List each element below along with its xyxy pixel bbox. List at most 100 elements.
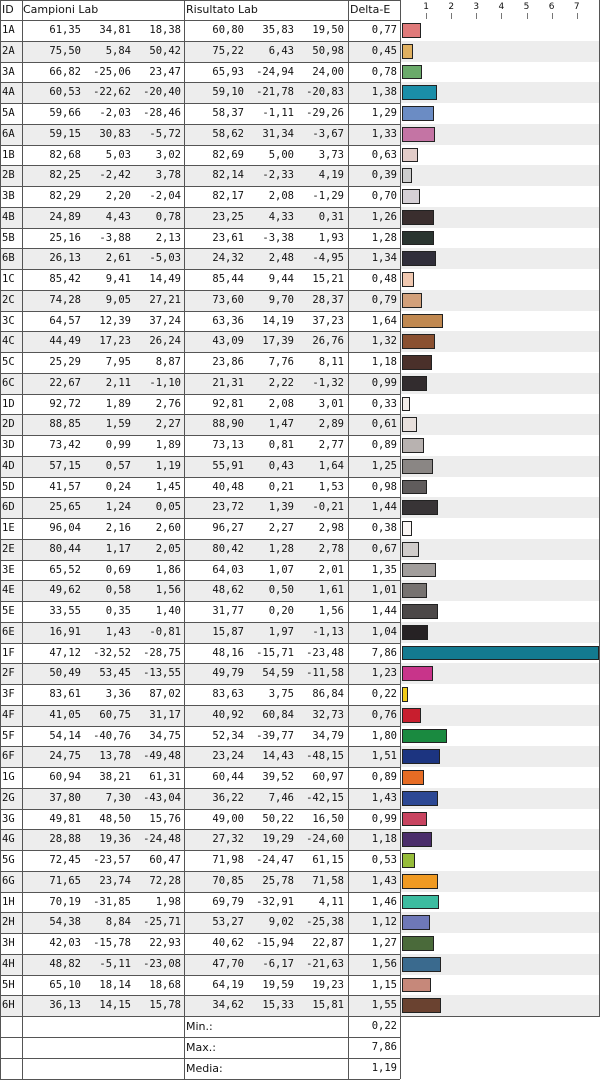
- result-l: 40,48: [212, 480, 244, 493]
- row-id: 3C: [2, 314, 15, 327]
- result-b: 1,61: [318, 584, 344, 597]
- delta-e-value: 0,67: [371, 542, 397, 555]
- row-id: 5B: [2, 231, 15, 244]
- row-id: 3G: [2, 812, 15, 825]
- delta-e-value: 1,18: [371, 356, 397, 368]
- delta-e-bar: [402, 230, 435, 246]
- result-a: -15,71: [256, 646, 294, 659]
- delta-e-value: 1,12: [371, 916, 397, 929]
- delta-e-bar: [402, 272, 415, 287]
- sample-a: 30,83: [99, 127, 131, 140]
- result-a: -6,17: [262, 957, 294, 970]
- sample-a: 8,84: [105, 916, 131, 929]
- sample-b: 2,60: [155, 522, 181, 534]
- row-id: 3A: [2, 65, 15, 78]
- sample-a: 34,81: [99, 24, 131, 36]
- result-a: 2,08: [268, 397, 294, 410]
- result-a: -24,47: [256, 854, 294, 866]
- delta-e-bar: [402, 645, 600, 661]
- grid-line: [0, 809, 400, 810]
- sample-b: 23,47: [149, 65, 181, 78]
- scale-tick-label: 3: [473, 2, 480, 12]
- delta-e-value: 0,22: [371, 688, 397, 700]
- result-a: 14,19: [262, 314, 294, 327]
- sample-a: 7,95: [105, 356, 131, 368]
- result-l: 80,42: [212, 542, 244, 555]
- sample-b: -49,48: [143, 750, 181, 763]
- result-a: 54,59: [262, 667, 294, 680]
- sample-l: 25,29: [49, 356, 81, 368]
- sample-l: 41,05: [49, 708, 81, 721]
- grid-line: [0, 435, 400, 436]
- sample-l: 16,91: [49, 625, 81, 638]
- row-id: 2B: [2, 169, 15, 182]
- grid-line: [0, 394, 400, 395]
- sample-l: 47,12: [49, 646, 81, 659]
- scale-tick-label: 6: [548, 2, 555, 12]
- sample-a: 9,41: [105, 273, 131, 285]
- result-a: 19,59: [262, 978, 294, 991]
- delta-e-bar: [402, 292, 422, 308]
- delta-e-bar: [402, 355, 432, 370]
- scale-tick: [576, 13, 578, 19]
- grid-line: [0, 311, 400, 312]
- sample-l: 70,19: [49, 895, 81, 908]
- sample-a: 1,24: [105, 501, 131, 514]
- sample-a: 1,17: [105, 542, 131, 555]
- sample-a: 1,59: [105, 418, 131, 431]
- result-l: 60,80: [212, 24, 244, 36]
- sample-a: 18,14: [99, 978, 131, 991]
- delta-e-bar: [402, 438, 425, 453]
- row-id: 2A: [2, 44, 15, 57]
- row-id: 4D: [2, 459, 15, 472]
- delta-e-bar: [402, 106, 435, 121]
- result-b: 61,15: [312, 854, 344, 866]
- result-a: 50,22: [262, 812, 294, 825]
- grid-line: [0, 726, 400, 727]
- grid-line: [22, 0, 23, 1079]
- row-id: 1F: [2, 646, 15, 659]
- sample-b: 3,78: [155, 169, 181, 182]
- row-id: 1D: [2, 397, 15, 410]
- result-a: 2,22: [268, 376, 294, 389]
- sample-l: 48,82: [49, 957, 81, 970]
- delta-e-value: 1,35: [371, 563, 397, 576]
- grid-line: [0, 373, 400, 374]
- result-a: 1,47: [268, 418, 294, 431]
- sample-a: -23,57: [93, 854, 131, 866]
- row-id: 5C: [2, 356, 15, 368]
- grid-line: [0, 975, 400, 976]
- delta-e-value: 1,56: [371, 957, 397, 970]
- result-b: 0,31: [318, 210, 344, 223]
- scale-tick-label: 4: [498, 2, 505, 12]
- grid-line: [0, 892, 400, 893]
- result-a: -21,78: [256, 86, 294, 99]
- grid-line: [0, 518, 400, 519]
- sample-b: 0,05: [155, 501, 181, 514]
- grid-line: [0, 1037, 400, 1038]
- scale-tick-label: 1: [423, 2, 429, 12]
- delta-e-value: 0,48: [371, 273, 397, 285]
- result-b: 4,19: [318, 169, 344, 182]
- delta-e-value: 1,43: [371, 874, 397, 887]
- sample-b: 27,21: [149, 293, 181, 306]
- row-id: 3B: [2, 190, 15, 202]
- delta-e-value: 1,04: [371, 625, 397, 638]
- result-b: -11,58: [306, 667, 344, 680]
- delta-e-value: 0,98: [371, 480, 397, 493]
- result-a: 0,81: [268, 439, 294, 451]
- row-id: 4C: [2, 335, 15, 348]
- delta-e-value: 1,38: [371, 86, 397, 99]
- grid-line: [0, 684, 400, 685]
- result-b: 2,01: [318, 563, 344, 576]
- delta-e-bar: [402, 832, 432, 847]
- sample-a: 0,69: [105, 563, 131, 576]
- result-a: 15,33: [262, 999, 294, 1012]
- grid-line: [0, 954, 400, 955]
- result-b: 2,89: [318, 418, 344, 431]
- sample-b: -24,48: [143, 833, 181, 846]
- sample-l: 74,28: [49, 293, 81, 306]
- result-b: -21,63: [306, 957, 344, 970]
- row-id: 5H: [2, 978, 15, 991]
- sample-b: 72,28: [149, 874, 181, 887]
